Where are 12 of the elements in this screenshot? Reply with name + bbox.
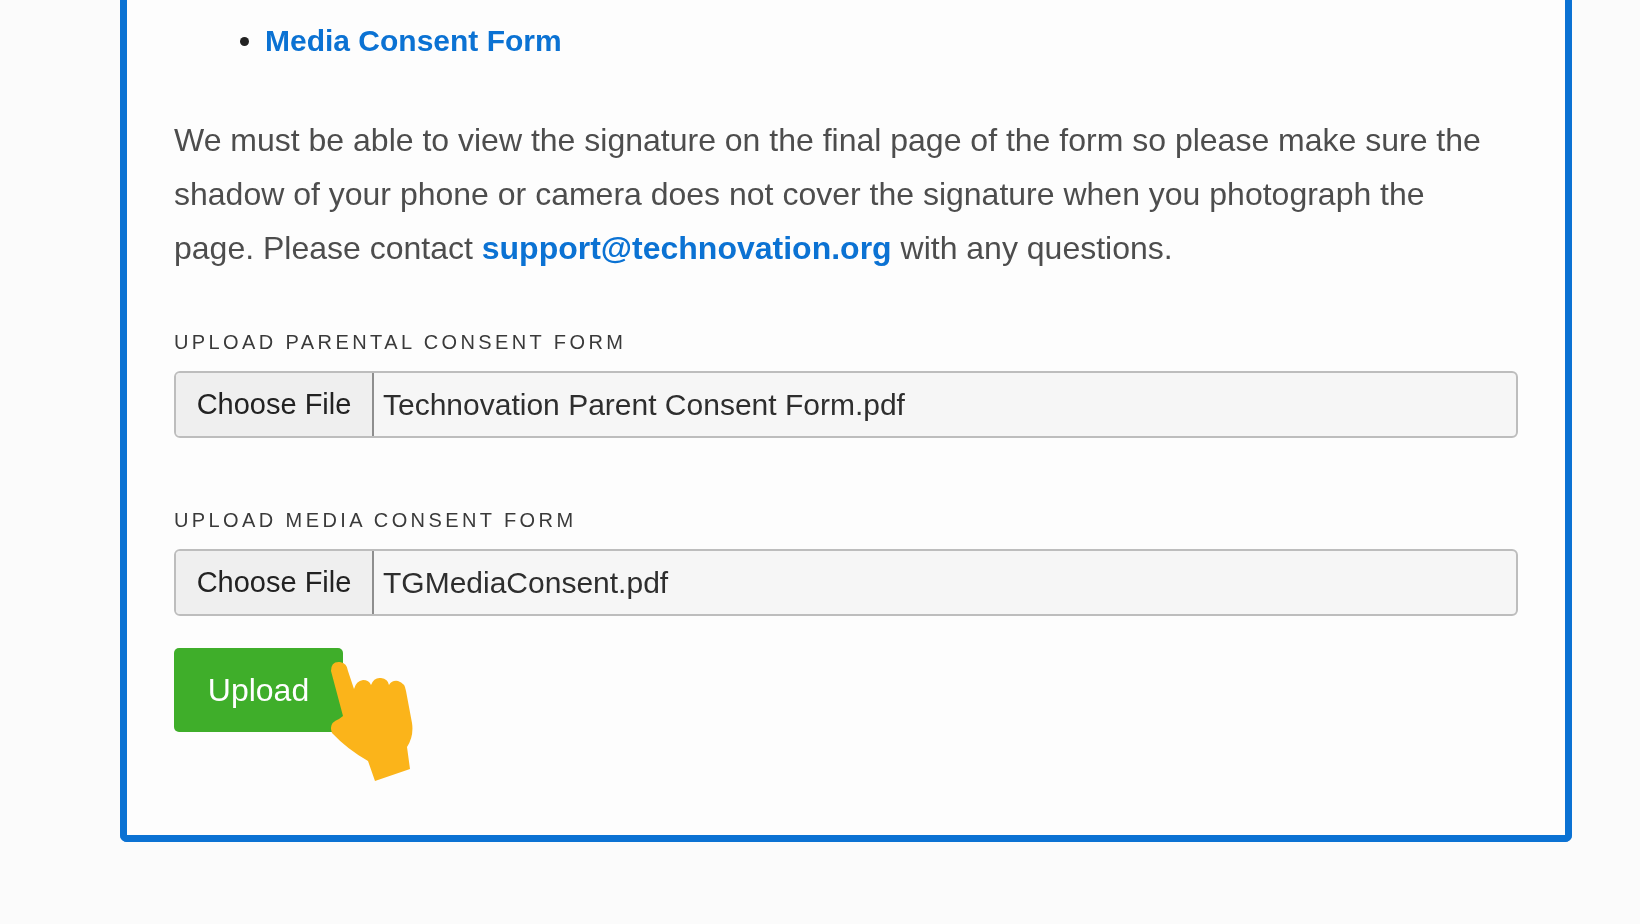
email-link[interactable]: support@technovation.org [481, 230, 892, 266]
instructions-paragraph: We must be able to view the signature on the final page of the form so please make sure the shadow of your phone or camera does not cover the signature when you photograph the page. Please contact support@technovation.org with any questions. [174, 121, 1482, 268]
file-input[interactable]: Choose File Technovation Parent Consent Form.pdf [174, 371, 1518, 438]
upload-field-label: UPLOAD MEDIA CONSENT FORM [174, 508, 577, 533]
choose-file-button[interactable]: Choose File [176, 551, 374, 614]
file-input[interactable]: Choose File TGMediaConsent.pdf [174, 549, 1518, 616]
choose-file-button[interactable]: Choose File [176, 373, 374, 436]
bullet-icon [240, 36, 249, 46]
upload-field-label: UPLOAD PARENTAL CONSENT FORM [174, 330, 627, 355]
file-name: TGMediaConsent.pdf [383, 564, 669, 601]
file-name: Technovation Parent Consent Form.pdf [383, 386, 905, 423]
consent-form-link[interactable]: Media Consent Form [265, 19, 562, 63]
